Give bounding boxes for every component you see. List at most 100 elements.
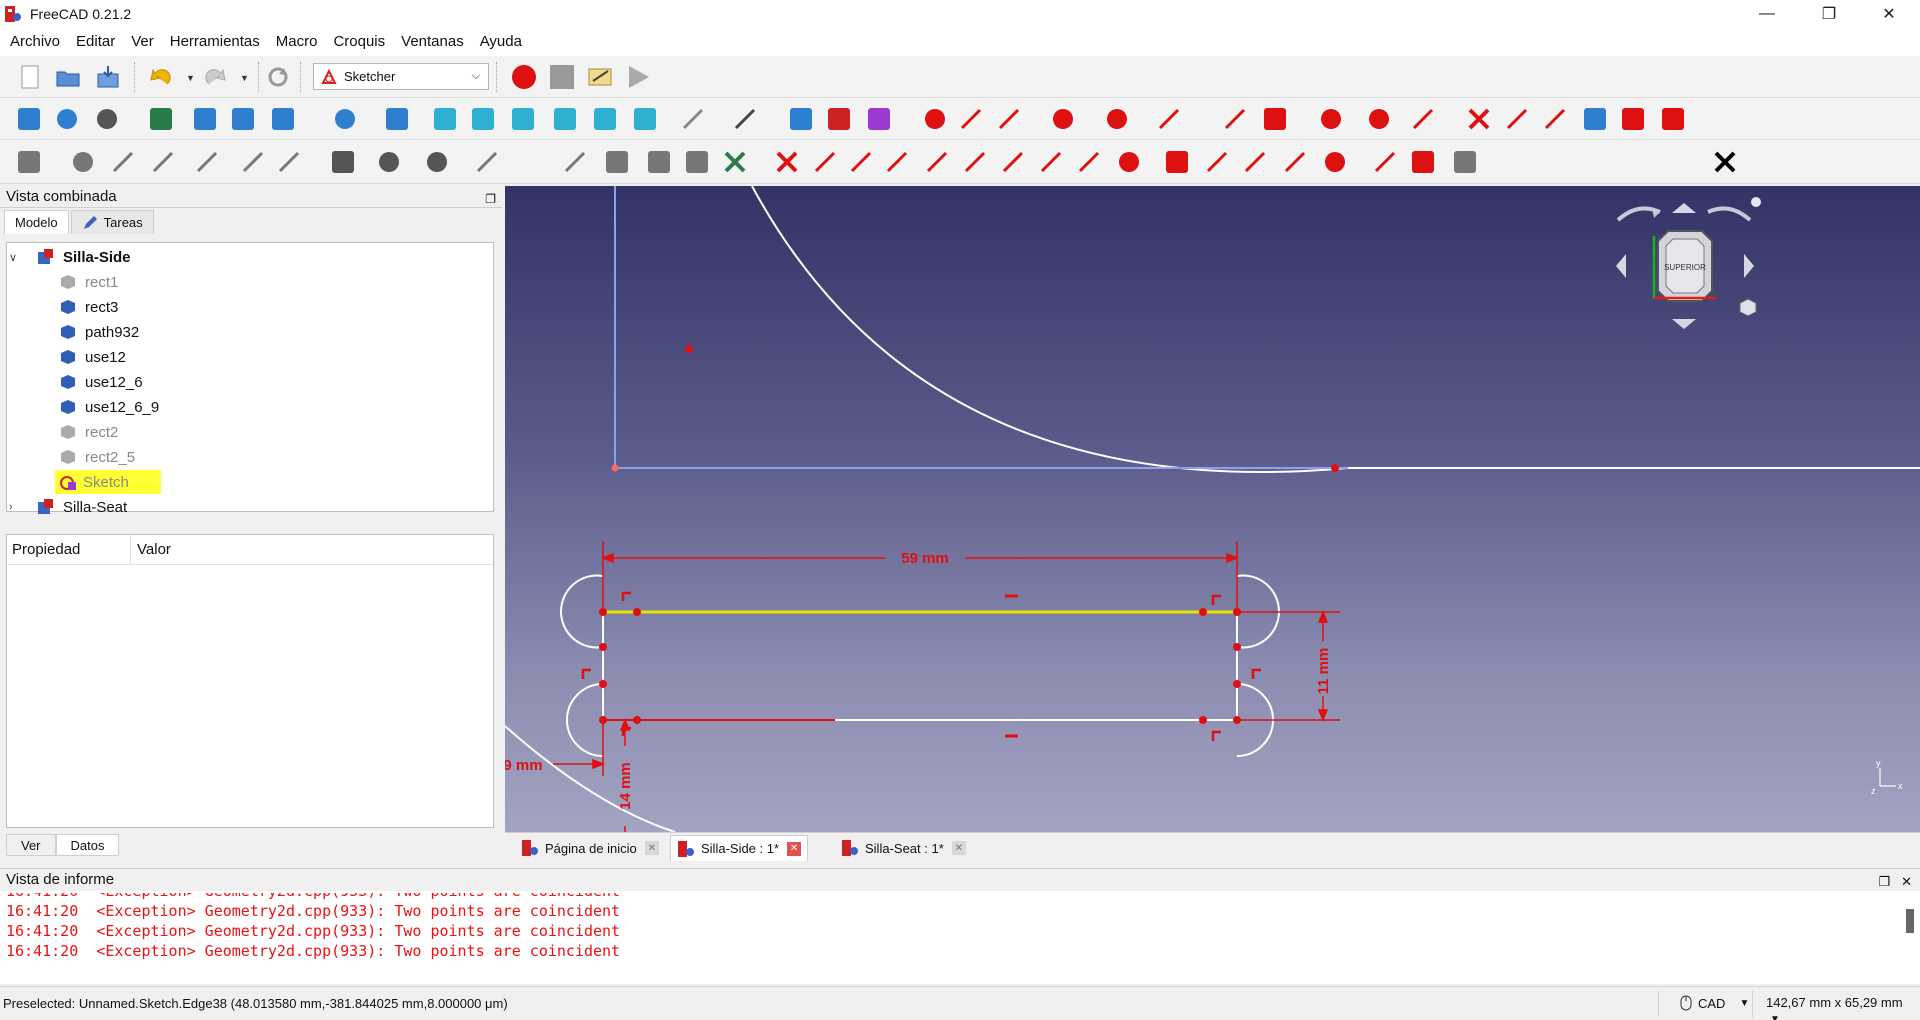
tangent-constraint-icon[interactable] <box>1211 730 1221 741</box>
view-forward-icon[interactable] <box>232 108 254 130</box>
3d-view[interactable]: 59 mm 11 mm 14 mm 39 mm <box>505 186 1920 832</box>
sketch-remove-axes-icon[interactable] <box>242 151 264 173</box>
pan-right-icon[interactable] <box>1744 254 1754 278</box>
navcube-menu-icon[interactable] <box>1751 197 1761 207</box>
pan-left-icon[interactable] <box>1616 254 1626 278</box>
toggle-active-icon[interactable] <box>1454 151 1476 173</box>
external-geometry-icon[interactable] <box>1584 108 1606 130</box>
close-panel-icon[interactable]: ✕ <box>1901 871 1912 893</box>
navigation-style-selector[interactable]: CAD ▼ <box>1680 995 1749 1011</box>
sketch-vertex[interactable] <box>685 345 693 353</box>
sketch-mirror-icon[interactable] <box>152 151 174 173</box>
close-tab-icon[interactable]: ✕ <box>951 841 966 855</box>
isometric-icon[interactable] <box>386 108 408 130</box>
expand-arrow-icon[interactable]: ∨ <box>9 251 23 264</box>
tangent-constraint-icon[interactable] <box>621 591 631 601</box>
menu-croquis[interactable]: Croquis <box>325 28 393 56</box>
fit-all-icon[interactable] <box>18 108 40 130</box>
tangent-constraint-icon[interactable] <box>1251 668 1261 679</box>
view-bottom-icon[interactable] <box>594 108 616 130</box>
sketch-canvas[interactable]: 59 mm 11 mm 14 mm 39 mm <box>505 186 1920 832</box>
trim-icon[interactable] <box>1468 108 1490 130</box>
sketch-vertex[interactable] <box>599 680 607 688</box>
restore-panel-icon[interactable]: ❐ <box>485 188 496 210</box>
tangent-constraint-icon[interactable] <box>1211 594 1221 605</box>
sketch-vertex[interactable] <box>1331 464 1339 472</box>
view-top-icon[interactable] <box>472 108 494 130</box>
radius-icon[interactable] <box>1325 152 1345 172</box>
close-tab-icon[interactable]: ✕ <box>787 841 802 856</box>
rotate-right-icon[interactable] <box>1707 206 1752 222</box>
menu-herramientas[interactable]: Herramientas <box>162 28 268 56</box>
restore-panel-icon[interactable]: ❐ <box>1878 871 1890 893</box>
sketch-arc-edge[interactable] <box>505 725 676 832</box>
tab-datos[interactable]: Datos <box>55 834 120 856</box>
dimension-right-label[interactable]: 11 mm <box>1315 648 1332 695</box>
dimension-bottom-label[interactable]: 14 mm <box>617 762 634 810</box>
view-menu-cube-icon[interactable] <box>1739 298 1757 317</box>
equal-constraint-icon[interactable] <box>1040 151 1062 173</box>
lock-constraint-icon[interactable] <box>1166 151 1188 173</box>
view-back-icon[interactable] <box>194 108 216 130</box>
view-rear-icon[interactable] <box>554 108 576 130</box>
split-icon[interactable] <box>1544 108 1566 130</box>
tree-item-use12[interactable]: use12 <box>59 345 126 369</box>
navigation-cube[interactable]: SUPERIOR <box>1616 197 1761 329</box>
point-icon[interactable] <box>925 109 945 129</box>
dimension-left-label[interactable]: 39 mm <box>505 757 543 774</box>
view-front-icon[interactable] <box>434 108 456 130</box>
view-left-icon[interactable] <box>634 108 656 130</box>
tree-item-rect2[interactable]: rect2 <box>59 420 118 444</box>
snap-icon[interactable] <box>379 152 399 172</box>
sketch-vertex[interactable] <box>633 608 641 616</box>
tree-item-silla-seat[interactable]: › Silla-Seat <box>9 495 127 519</box>
link-icon[interactable] <box>868 108 890 130</box>
close-window-button[interactable]: ✕ <box>1866 0 1912 28</box>
sketch-vertex[interactable] <box>1233 643 1241 651</box>
redo-dropdown-icon[interactable]: ▼ <box>240 73 250 83</box>
fillet-icon[interactable] <box>1412 108 1434 130</box>
undo-dropdown-icon[interactable]: ▼ <box>186 73 196 83</box>
minimize-button[interactable]: — <box>1744 0 1790 28</box>
redo-icon[interactable] <box>202 63 230 91</box>
macro-edit-icon[interactable] <box>586 63 614 91</box>
delete-constraints-icon[interactable] <box>724 151 746 173</box>
horizontal-constraint-icon[interactable] <box>886 151 908 173</box>
vertical-constraint-icon[interactable] <box>850 151 872 173</box>
tab-silla-side[interactable]: Silla-Side : 1* ✕ <box>670 835 809 861</box>
workbench-selector[interactable]: Sketcher ⌵ <box>313 63 489 90</box>
menu-ventanas[interactable]: Ventanas <box>393 28 472 56</box>
circle-icon[interactable] <box>1053 109 1073 129</box>
menu-ver[interactable]: Ver <box>123 28 162 56</box>
grid-icon[interactable] <box>332 151 354 173</box>
perpendicular-constraint-icon[interactable] <box>964 151 986 173</box>
tab-silla-seat[interactable]: Silla-Seat : 1* ✕ <box>835 835 972 861</box>
rendering-order-icon[interactable] <box>427 152 447 172</box>
tangent-constraint-icon[interactable] <box>581 668 591 679</box>
polygon-icon[interactable] <box>1321 109 1341 129</box>
tree-item-path932[interactable]: path932 <box>59 320 139 344</box>
pan-up-icon[interactable] <box>1672 203 1696 213</box>
view-right-icon[interactable] <box>512 108 534 130</box>
tab-tareas[interactable]: Tareas <box>70 210 154 234</box>
macro-run-icon[interactable] <box>624 63 652 91</box>
group-icon[interactable] <box>828 108 850 130</box>
menu-ayuda[interactable]: Ayuda <box>472 28 530 56</box>
collapse-arrow-icon[interactable]: › <box>9 501 23 513</box>
new-file-icon[interactable] <box>16 63 44 91</box>
slot-icon[interactable] <box>1369 109 1389 129</box>
arc-icon[interactable] <box>998 108 1020 130</box>
sketch-select-icon[interactable] <box>278 151 300 173</box>
report-scrollbar[interactable] <box>1906 909 1914 933</box>
part-icon[interactable] <box>790 108 812 130</box>
clone-icon[interactable] <box>606 151 628 173</box>
tree-item-rect3[interactable]: rect3 <box>59 295 118 319</box>
sketch-view-section-icon[interactable] <box>196 151 218 173</box>
tab-pagina-inicio[interactable]: Página de inicio ✕ <box>515 835 665 861</box>
bspline-icon[interactable] <box>1158 108 1180 130</box>
coincident-constraint-icon[interactable] <box>776 151 798 173</box>
fit-selection-icon[interactable] <box>57 109 77 129</box>
parallel-constraint-icon[interactable] <box>926 151 948 173</box>
undo-icon[interactable] <box>146 63 174 91</box>
menu-archivo[interactable]: Archivo <box>2 28 68 56</box>
